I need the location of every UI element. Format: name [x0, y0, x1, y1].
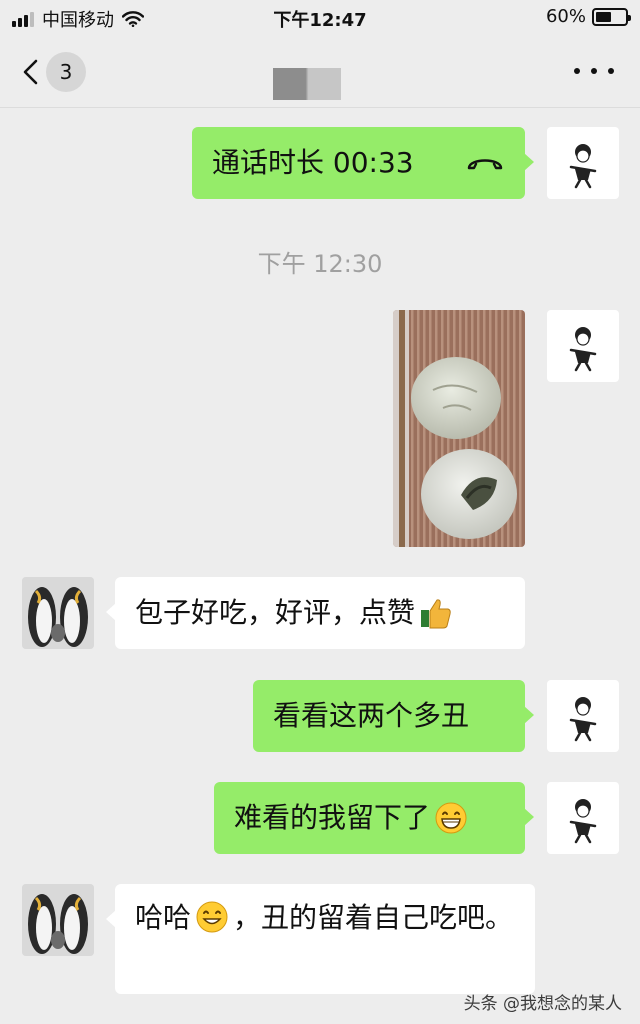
message-text: 难看的我留下了	[234, 801, 431, 834]
battery-icon	[592, 7, 631, 26]
my-avatar[interactable]	[547, 310, 619, 382]
grinning-face-icon	[435, 802, 467, 834]
outgoing-message[interactable]: 难看的我留下了	[214, 782, 534, 854]
chevron-left-icon	[23, 59, 38, 85]
more-dot-icon	[574, 68, 580, 74]
my-avatar[interactable]	[547, 782, 619, 854]
message-text: 包子好吃，好评，点赞	[135, 596, 416, 629]
incoming-message[interactable]: 哈哈 ，丑的留着自己吃吧。	[106, 884, 535, 994]
steamed-buns-photo	[393, 310, 525, 547]
battery-percent: 60%	[545, 6, 586, 27]
battery-level-fill	[596, 11, 612, 22]
cartoon-girl-icon	[569, 144, 597, 189]
chat-screen: 中国移动 下午12:47 60% 3 通话时长 00:33 下午 12:30 包…	[0, 0, 640, 1024]
contact-avatar[interactable]	[22, 577, 94, 649]
cartoon-girl-icon	[569, 327, 597, 372]
thumbs-up-icon	[421, 599, 451, 629]
message-text: 看看这两个多丑	[273, 699, 470, 732]
cartoon-girl-icon	[569, 799, 597, 844]
smiling-face-icon	[196, 901, 228, 933]
incoming-message[interactable]: 包子好吃，好评，点赞	[106, 577, 525, 649]
contact-avatar[interactable]	[22, 884, 94, 956]
photo-message-baozi[interactable]	[393, 310, 525, 547]
status-time: 下午12:47	[273, 10, 367, 31]
outgoing-message[interactable]: 看看这两个多丑	[253, 680, 534, 752]
message-text-end: ，丑的留着自己吃吧。	[233, 901, 514, 934]
call-duration-text: 通话时长 00:33	[212, 146, 414, 179]
status-bar: 中国移动 下午12:47 60%	[0, 0, 640, 34]
call-record-bubble[interactable]: 通话时长 00:33	[192, 127, 534, 199]
source-watermark: 头条 @我想念的某人	[463, 994, 622, 1014]
back-button[interactable]: 3	[22, 52, 86, 92]
unread-count-badge: 3	[46, 52, 86, 92]
status-right: 60%	[545, 6, 631, 27]
message-timestamp: 下午 12:30	[257, 250, 383, 278]
my-avatar[interactable]	[547, 680, 619, 752]
my-avatar[interactable]	[547, 127, 619, 199]
penguins-icon	[22, 577, 94, 649]
chat-header: 3	[0, 34, 640, 108]
more-options-button[interactable]	[574, 64, 614, 78]
hang-up-phone-icon	[467, 159, 503, 170]
penguins-icon	[22, 884, 94, 956]
cartoon-girl-icon	[569, 697, 597, 742]
contact-name-redacted	[273, 68, 341, 100]
message-text-start: 哈哈	[135, 901, 192, 934]
